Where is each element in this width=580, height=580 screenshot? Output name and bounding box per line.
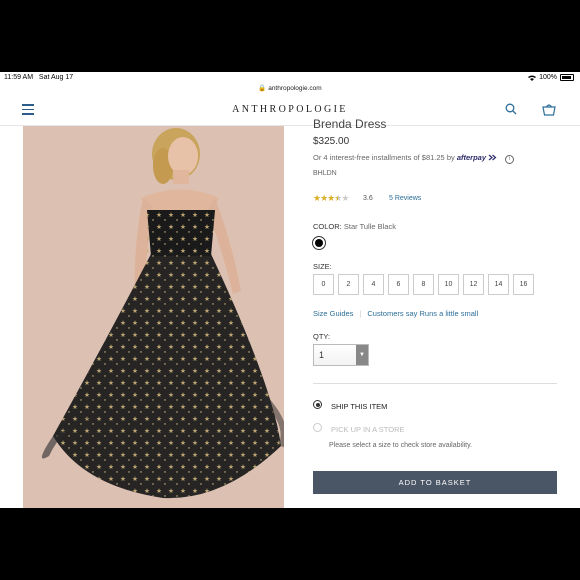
url-bar[interactable]: 🔒 anthropologie.com xyxy=(0,84,580,95)
qty-select[interactable]: 1 ▼ xyxy=(313,344,369,366)
size-option[interactable]: 10 xyxy=(438,274,459,295)
product-image[interactable] xyxy=(23,126,284,508)
rating-value: 3.6 xyxy=(363,195,373,202)
add-to-basket-button[interactable]: ADD TO BASKET xyxy=(313,471,557,494)
pickup-label[interactable]: PICK UP IN A STORE xyxy=(331,425,405,434)
link-divider: | xyxy=(359,309,362,318)
installments-note: Or 4 interest-free installments of $81.2… xyxy=(313,153,515,164)
size-option[interactable]: 8 xyxy=(413,274,434,295)
size-links: Size Guides | Customers say Runs a little … xyxy=(313,309,478,318)
basket-icon[interactable] xyxy=(542,103,556,116)
size-guides-link[interactable]: Size Guides xyxy=(313,309,353,318)
wifi-icon xyxy=(528,75,537,81)
url-text: anthropologie.com xyxy=(268,85,322,92)
dress-illustration xyxy=(41,128,284,499)
product-price: $325.00 xyxy=(313,136,350,147)
size-option[interactable]: 0 xyxy=(313,274,334,295)
size-option[interactable]: 2 xyxy=(338,274,359,295)
status-bar: 11:59 AM Sat Aug 17 100% xyxy=(0,72,580,84)
star-empty-icon: ★ xyxy=(341,193,349,203)
browser-screen: 11:59 AM Sat Aug 17 100% 🔒 anthropologie… xyxy=(0,72,580,508)
color-label-text: COLOR: xyxy=(313,222,342,231)
size-label: SIZE: xyxy=(313,262,332,271)
qty-value: 1 xyxy=(319,350,325,360)
pickup-message: Please select a size to check store avai… xyxy=(329,442,473,449)
qty-label: QTY: xyxy=(313,332,331,341)
size-option[interactable]: 4 xyxy=(363,274,384,295)
site-header: ANTHROPOLOGIE xyxy=(0,95,580,126)
product-brand[interactable]: BHLDN xyxy=(313,170,337,177)
ship-label[interactable]: SHIP THIS ITEM xyxy=(331,402,387,411)
lock-icon: 🔒 xyxy=(258,85,267,92)
installments-text: Or 4 interest-free installments of $81.2… xyxy=(313,153,455,162)
chevron-down-icon: ▼ xyxy=(356,345,368,365)
ship-radio[interactable] xyxy=(313,400,322,409)
fit-note-link[interactable]: Customers say Runs a little small xyxy=(367,309,478,318)
color-value: Star Tulle Black xyxy=(343,222,396,231)
pickup-radio[interactable] xyxy=(313,423,322,432)
size-option[interactable]: 6 xyxy=(388,274,409,295)
divider xyxy=(313,383,557,384)
color-swatch-black[interactable] xyxy=(312,236,326,250)
info-icon[interactable]: i xyxy=(505,155,515,164)
size-option[interactable]: 14 xyxy=(488,274,509,295)
size-selector: 0 2 4 6 8 10 12 14 16 xyxy=(313,274,534,295)
reviews-link[interactable]: 5 Reviews xyxy=(389,195,421,202)
rating-stars[interactable]: ★★★★★ xyxy=(313,193,349,204)
product-title: Brenda Dress xyxy=(313,117,387,131)
site-logo[interactable]: ANTHROPOLOGIE xyxy=(0,104,580,115)
clock: 11:59 AM xyxy=(4,74,34,81)
battery-icon xyxy=(560,74,574,81)
size-option[interactable]: 16 xyxy=(513,274,534,295)
battery-percent: 100% xyxy=(539,74,557,81)
status-right: 100% xyxy=(528,74,574,81)
afterpay-arrows-icon xyxy=(488,154,497,161)
afterpay-logo: afterpay xyxy=(456,153,487,162)
color-label: COLOR: Star Tulle Black xyxy=(313,222,396,231)
status-time: 11:59 AM Sat Aug 17 xyxy=(4,74,73,81)
search-icon[interactable] xyxy=(505,103,517,115)
size-option[interactable]: 12 xyxy=(463,274,484,295)
date: Sat Aug 17 xyxy=(38,74,74,81)
